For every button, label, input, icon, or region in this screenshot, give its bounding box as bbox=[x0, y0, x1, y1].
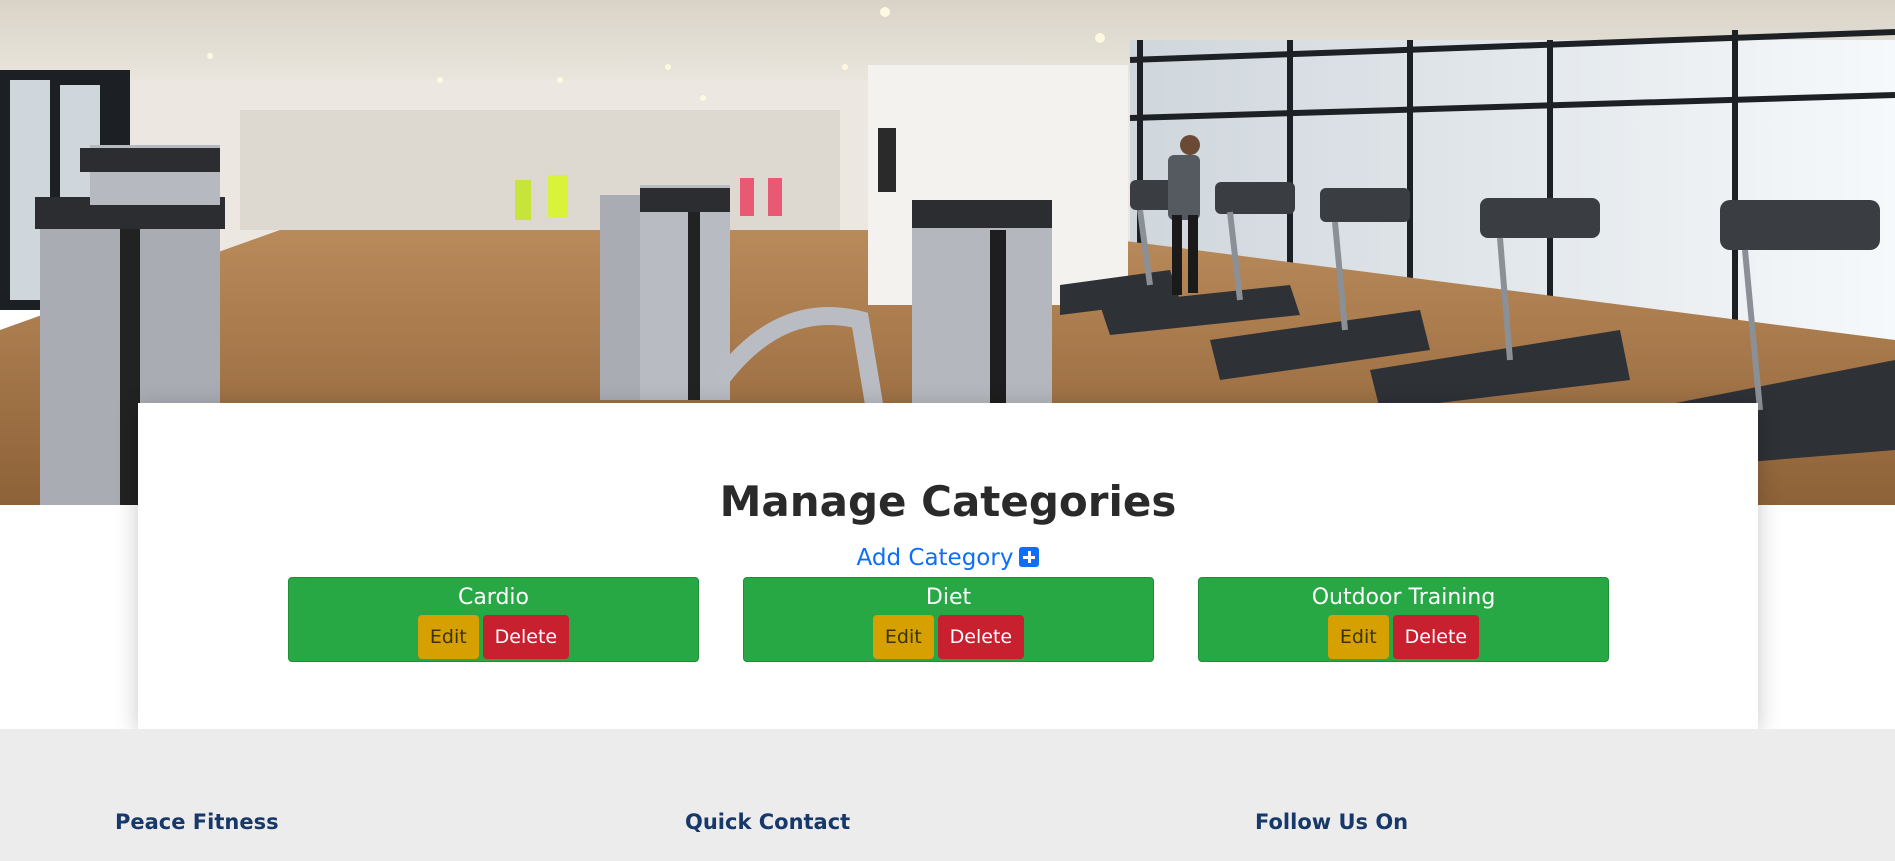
footer-heading-brand: Peace Fitness bbox=[115, 810, 279, 834]
category-card-outdoor-training: Outdoor Training Edit Delete bbox=[1198, 577, 1609, 662]
plus-square-icon bbox=[1019, 547, 1040, 567]
category-name: Diet bbox=[925, 585, 972, 610]
delete-button[interactable]: Delete bbox=[482, 615, 570, 659]
category-name: Cardio bbox=[457, 585, 530, 610]
footer-heading-follow-us: Follow Us On bbox=[1255, 810, 1409, 834]
category-card-diet: Diet Edit Delete bbox=[743, 577, 1154, 662]
footer-heading-quick-contact: Quick Contact bbox=[685, 810, 851, 834]
edit-button[interactable]: Edit bbox=[417, 615, 479, 659]
category-list: Cardio Edit Delete Diet Edit Delete Outdoo… bbox=[288, 577, 1609, 664]
edit-button[interactable]: Edit bbox=[872, 615, 934, 659]
footer: Peace Fitness Quick Contact Follow Us On bbox=[0, 729, 1895, 861]
manage-categories-card: Manage Categories Add Category Cardio Ed… bbox=[138, 403, 1758, 729]
add-category-label: Add Category bbox=[856, 545, 1014, 571]
page-title: Manage Categories bbox=[719, 477, 1177, 526]
add-category-link[interactable]: Add Category bbox=[138, 545, 1758, 571]
delete-button[interactable]: Delete bbox=[1392, 615, 1480, 659]
category-card-cardio: Cardio Edit Delete bbox=[288, 577, 699, 662]
category-name: Outdoor Training bbox=[1311, 585, 1496, 610]
edit-button[interactable]: Edit bbox=[1327, 615, 1389, 659]
delete-button[interactable]: Delete bbox=[937, 615, 1025, 659]
